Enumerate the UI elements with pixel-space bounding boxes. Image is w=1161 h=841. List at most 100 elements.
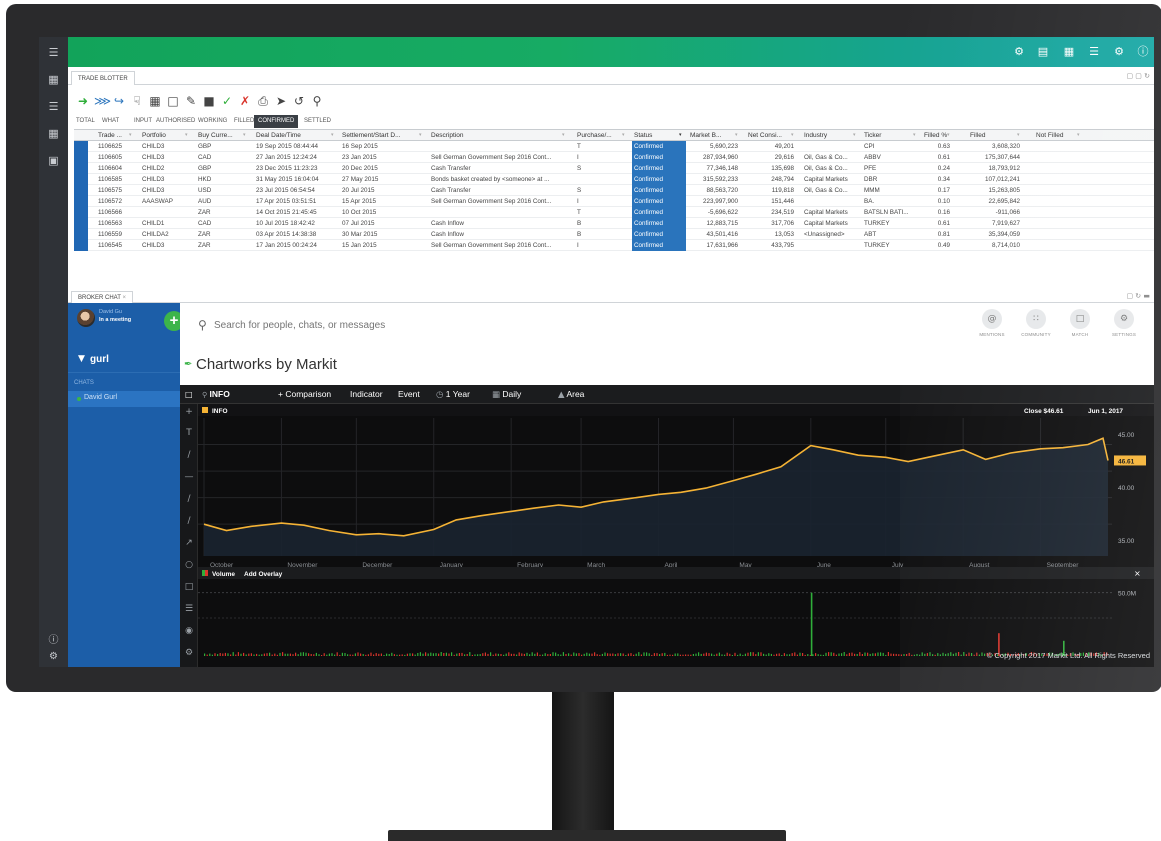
subtab-total[interactable]: TOTAL — [72, 115, 99, 128]
table-row[interactable]: 1106566 ZAR 14 Oct 2015 21:45:45 10 Oct 201… — [74, 207, 1154, 218]
row-selector[interactable] — [74, 207, 88, 218]
list-tool-icon[interactable]: ☰ — [180, 604, 198, 614]
table-row[interactable]: 1106545 CHILD3 ZAR 17 Jan 2015 00:24:24 15 J… — [74, 240, 1154, 251]
edit-icon[interactable]: ✎ — [184, 93, 198, 109]
print-icon[interactable]: ⎙ — [256, 93, 270, 109]
layout-icon[interactable]: ▦ — [1062, 45, 1076, 59]
table-row[interactable]: 1106585 CHILD3 HKD 31 May 2015 16:04:04 27 M… — [74, 174, 1154, 185]
column-filter-icon[interactable]: ▾ — [562, 130, 565, 141]
list-icon[interactable]: ☰ — [39, 93, 68, 120]
people-search-input[interactable] — [214, 318, 634, 332]
row-selector[interactable] — [74, 163, 88, 174]
column-filter-icon[interactable]: ▾ — [331, 130, 334, 141]
table-row[interactable]: 1106563 CHILD1 CAD 10 Jul 2015 18:42:42 07 J… — [74, 218, 1154, 229]
close-icon[interactable]: × — [122, 295, 126, 301]
contact-item[interactable]: David Gurl — [68, 391, 180, 407]
column-filter-icon[interactable]: ▾ — [419, 130, 422, 141]
trend-line-icon[interactable]: ∕ — [180, 494, 198, 504]
approve-icon[interactable]: ✓ — [220, 93, 234, 109]
users-settings-icon[interactable]: ⚙ — [1112, 45, 1126, 59]
row-selector[interactable] — [74, 218, 88, 229]
avatar[interactable] — [77, 309, 95, 327]
save-icon[interactable]: ▤ — [1036, 45, 1050, 59]
pointer-icon[interactable]: ☟ — [130, 93, 144, 109]
info-icon[interactable]: ⓘ — [1136, 45, 1150, 59]
row-selector[interactable] — [74, 174, 88, 185]
table-row[interactable]: 1106575 CHILD3 USD 23 Jul 2015 06:54:54 20 J… — [74, 185, 1154, 196]
table-row[interactable]: 1106572 AAASWAP AUD 17 Apr 2015 03:51:51 15 … — [74, 196, 1154, 207]
column-filter-icon[interactable]: ▾ — [622, 130, 625, 141]
row-selector[interactable] — [74, 185, 88, 196]
delete-icon[interactable]: □ — [166, 93, 180, 109]
column-filter-icon[interactable]: ▾ — [1077, 130, 1080, 141]
column-filter-icon[interactable]: ▾ — [791, 130, 794, 141]
skip-icon[interactable]: ⋙ — [94, 93, 111, 109]
table-row[interactable]: 1106559 CHILDA2 ZAR 03 Apr 2015 14:38:38 30 … — [74, 229, 1154, 240]
subtab-settled[interactable]: SETTLED — [300, 115, 335, 128]
line-tool-icon[interactable]: ∕ — [180, 450, 198, 460]
arrow-tool-icon[interactable]: ↗ — [180, 538, 198, 548]
table-icon[interactable]: ▦ — [39, 120, 68, 147]
info-icon[interactable]: ⓘ — [39, 631, 68, 646]
row-selector[interactable] — [74, 240, 88, 251]
folder-icon[interactable]: ▣ — [39, 147, 68, 174]
chart-type-selector[interactable]: ▲ Area — [558, 385, 584, 405]
event-button[interactable]: Event — [398, 385, 420, 404]
undo-icon[interactable]: ↺ — [292, 93, 306, 109]
settings-icon[interactable]: ⚙ — [1012, 45, 1026, 59]
match-button[interactable]: □ MATCH — [1063, 309, 1097, 337]
menu-icon[interactable]: ☰ — [39, 39, 68, 66]
indicator-button[interactable]: Indicator — [350, 385, 383, 404]
user-icon[interactable]: ● — [1152, 45, 1154, 59]
panel-window-icons[interactable]: ▢ ▢ ↻ — [1126, 72, 1150, 80]
circle-tool-icon[interactable]: ○ — [180, 560, 198, 570]
horizontal-line-icon[interactable]: — — [180, 472, 198, 482]
cancel-icon[interactable]: ✗ — [238, 93, 252, 109]
grid-icon[interactable]: ▦ — [39, 66, 68, 93]
eye-icon[interactable]: ◉ — [180, 626, 198, 636]
text-tool-icon[interactable]: T — [180, 428, 198, 438]
rectangle-tool-icon[interactable]: □ — [180, 582, 198, 592]
table-icon[interactable]: ▦ — [148, 93, 162, 109]
column-header[interactable]: Trade ... — [98, 130, 138, 141]
community-button[interactable]: ∷ COMMUNITY — [1019, 309, 1053, 337]
row-selector[interactable] — [74, 196, 88, 207]
table-row[interactable]: 1106604 CHILD2 GBP 23 Dec 2015 11:23:23 20 D… — [74, 163, 1154, 174]
table-row[interactable]: 1106605 CHILD3 CAD 27 Jan 2015 12:24:24 23 J… — [74, 152, 1154, 163]
column-filter-icon[interactable]: ▾ — [735, 130, 738, 141]
filter-icon[interactable]: ☰ — [1087, 45, 1101, 59]
table-row[interactable]: 1106625 CHILD3 GBP 19 Sep 2015 08:44:44 16 S… — [74, 141, 1154, 152]
forward-icon[interactable]: ➜ — [76, 93, 90, 109]
tab-trade-blotter[interactable]: TRADE BLOTTER — [71, 71, 135, 85]
chart-menu-icon[interactable]: □ — [185, 385, 193, 404]
row-selector[interactable] — [74, 141, 88, 152]
column-header[interactable]: Deal Date/Time — [256, 130, 340, 141]
row-selector[interactable] — [74, 229, 88, 240]
column-filter-icon[interactable]: ▾ — [913, 130, 916, 141]
column-header[interactable]: Filled % — [924, 130, 956, 141]
column-filter-icon[interactable]: ▾ — [1017, 130, 1020, 141]
row-selector[interactable] — [74, 152, 88, 163]
column-filter-icon[interactable]: ▾ — [129, 130, 132, 141]
tab-broker-chat[interactable]: BROKER CHAT × — [71, 291, 133, 303]
subtab-confirmed[interactable]: CONFIRMED — [254, 115, 299, 128]
column-filter-icon[interactable]: ▾ — [853, 130, 856, 141]
mentions-button[interactable]: @ MENTIONS — [975, 309, 1009, 337]
subtab-what-if[interactable]: WHAT IF — [98, 115, 123, 137]
column-filter-icon[interactable]: ▾ — [679, 130, 682, 141]
send-icon[interactable]: ➤ — [274, 93, 288, 109]
column-header[interactable]: Settlement/Start D... — [342, 130, 428, 141]
comparison-button[interactable]: + Comparison — [278, 385, 331, 404]
symbol-search[interactable]: ⚲ INFO — [202, 385, 230, 405]
interval-selector[interactable]: ▦ Daily — [492, 385, 521, 405]
ray-tool-icon[interactable]: ∕ — [180, 516, 198, 526]
subtab-working[interactable]: WORKING — [194, 115, 231, 128]
settings-button[interactable]: ⚙ SETTINGS — [1107, 309, 1141, 337]
crosshair-icon[interactable]: + — [180, 407, 198, 417]
panel-window-icons[interactable]: ▢ ↻ ▬ — [1126, 292, 1150, 300]
column-header[interactable]: Description — [431, 130, 571, 141]
stop-icon[interactable]: ■ — [202, 93, 216, 109]
search-icon[interactable]: ⚲ — [310, 93, 324, 109]
price-chart[interactable]: INFO Close $46.61 Jun 1, 2017 35.00 40.00 45.… — [198, 404, 1154, 667]
column-filter-icon[interactable]: ▾ — [947, 130, 950, 141]
